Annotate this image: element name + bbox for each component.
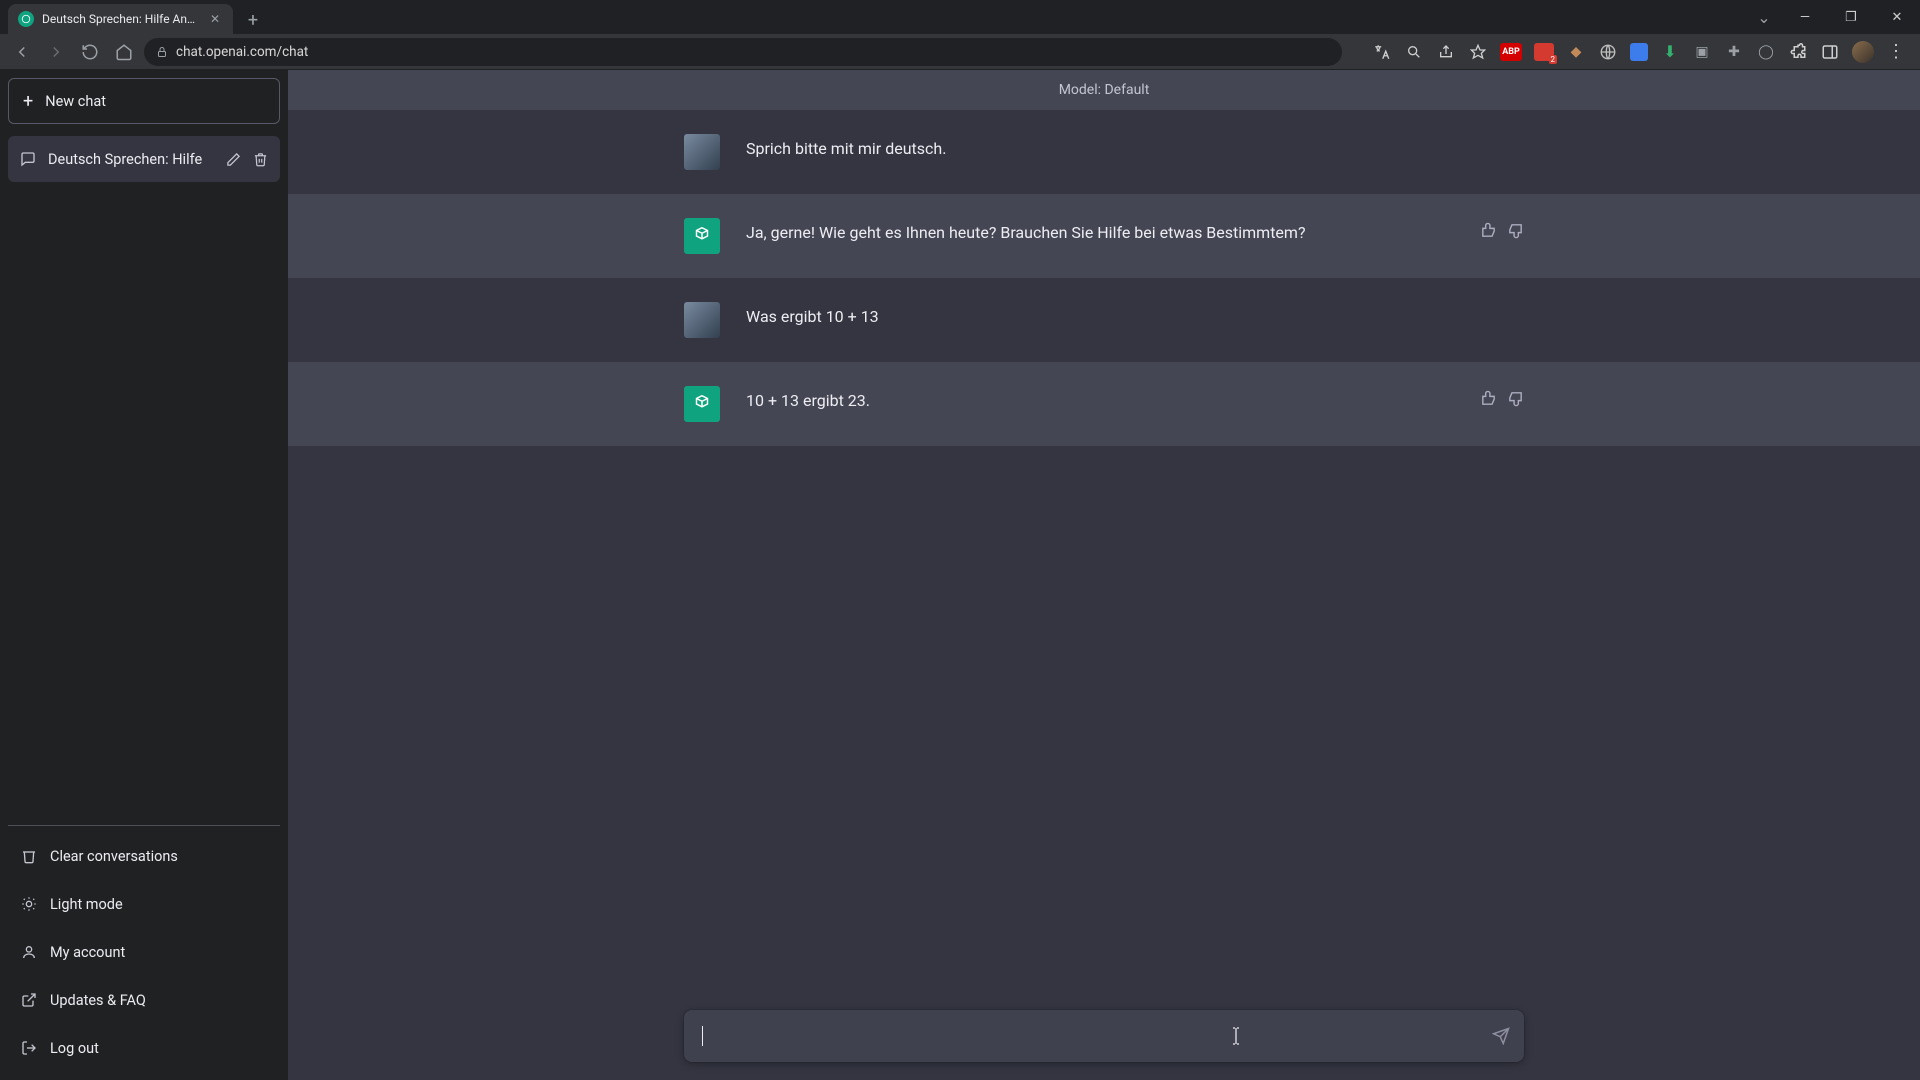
extension-icon-blue[interactable]	[1630, 43, 1648, 61]
tab-title: Deutsch Sprechen: Hilfe Angebo	[42, 12, 199, 26]
clear-conversations-label: Clear conversations	[50, 848, 178, 865]
conversation-list: Deutsch Sprechen: Hilfe	[8, 136, 280, 825]
zoom-icon[interactable]	[1404, 42, 1424, 62]
message-actions	[1464, 386, 1524, 407]
extension-badge: 2	[1549, 55, 1558, 64]
assistant-avatar-icon	[684, 218, 720, 254]
url-text: chat.openai.com/chat	[176, 44, 308, 60]
trash-icon	[20, 848, 38, 864]
extensions-area: ABP 2 ◆ ⬇ ▣ ✚ ◯ ⋮	[1372, 41, 1912, 63]
tab-overflow-icon[interactable]: ⌄	[1746, 0, 1782, 34]
main-panel: Model: Default Sprich bitte mit mir deut…	[288, 70, 1920, 1080]
assistant-avatar-icon	[684, 386, 720, 422]
thumbs-up-icon[interactable]	[1480, 390, 1497, 407]
message-text: Ja, gerne! Wie geht es Ihnen heute? Brau…	[746, 218, 1438, 246]
url-input[interactable]: chat.openai.com/chat	[144, 38, 1342, 66]
password-extension-icon[interactable]: 2	[1534, 43, 1554, 61]
conversation-title: Deutsch Sprechen: Hilfe	[48, 151, 214, 168]
conversation-item[interactable]: Deutsch Sprechen: Hilfe	[8, 136, 280, 182]
tab-close-icon[interactable]: ✕	[207, 12, 223, 26]
sidepanel-icon[interactable]	[1820, 42, 1840, 62]
plus-icon: +	[23, 91, 33, 112]
message-assistant: Ja, gerne! Wie geht es Ihnen heute? Brau…	[288, 194, 1920, 278]
new-chat-button[interactable]: + New chat	[8, 78, 280, 124]
adblock-extension-icon[interactable]: ABP	[1500, 43, 1522, 61]
lock-icon	[156, 46, 168, 58]
nav-home-button[interactable]	[110, 38, 138, 66]
sidebar-footer: Clear conversations Light mode My accoun…	[8, 825, 280, 1072]
message-assistant: 10 + 13 ergibt 23.	[288, 362, 1920, 446]
extension-icon-2[interactable]: ▣	[1692, 42, 1712, 62]
message-text: Was ergibt 10 + 13	[746, 302, 1438, 330]
window-close-button[interactable]: ✕	[1874, 0, 1920, 34]
browser-titlebar: Deutsch Sprechen: Hilfe Angebo ✕ + ⌄ — ❐…	[0, 0, 1920, 34]
user-avatar-icon	[684, 302, 720, 338]
send-button[interactable]	[1492, 1027, 1510, 1045]
extension-icon-1[interactable]: ◆	[1566, 42, 1586, 62]
window-maximize-button[interactable]: ❐	[1828, 0, 1874, 34]
light-mode-label: Light mode	[50, 896, 123, 913]
chat-bubble-icon	[20, 151, 36, 167]
message-text: 10 + 13 ergibt 23.	[746, 386, 1438, 414]
model-indicator: Model: Default	[288, 70, 1920, 110]
my-account-label: My account	[50, 944, 125, 961]
sun-icon	[20, 896, 38, 912]
tab-favicon-icon	[18, 11, 34, 27]
text-cursor-icon	[1228, 1026, 1244, 1046]
thumbs-up-icon[interactable]	[1480, 222, 1497, 239]
browser-tab[interactable]: Deutsch Sprechen: Hilfe Angebo ✕	[8, 4, 233, 34]
updates-faq-button[interactable]: Updates & FAQ	[8, 976, 280, 1024]
nav-reload-button[interactable]	[76, 38, 104, 66]
sidebar: + New chat Deutsch Sprechen: Hilfe	[0, 70, 288, 1080]
extension-download-icon[interactable]: ⬇	[1660, 42, 1680, 62]
thumbs-down-icon[interactable]	[1507, 390, 1524, 407]
updates-faq-label: Updates & FAQ	[50, 992, 146, 1009]
window-controls: ⌄ — ❐ ✕	[1746, 0, 1920, 34]
message-user: Was ergibt 10 + 13	[288, 278, 1920, 362]
extensions-puzzle-icon[interactable]	[1788, 42, 1808, 62]
composer-area	[288, 1010, 1920, 1062]
external-link-icon	[20, 992, 38, 1008]
browser-menu-icon[interactable]: ⋮	[1886, 42, 1906, 62]
translate-icon[interactable]	[1372, 42, 1392, 62]
window-minimize-button[interactable]: —	[1782, 0, 1828, 34]
new-tab-button[interactable]: +	[239, 6, 267, 34]
message-input[interactable]	[684, 1010, 1524, 1062]
light-mode-button[interactable]: Light mode	[8, 880, 280, 928]
logout-icon	[20, 1040, 38, 1056]
share-icon[interactable]	[1436, 42, 1456, 62]
browser-address-bar: chat.openai.com/chat ABP 2 ◆ ⬇ ▣ ✚ ◯	[0, 34, 1920, 70]
app-root: + New chat Deutsch Sprechen: Hilfe	[0, 70, 1920, 1080]
my-account-button[interactable]: My account	[8, 928, 280, 976]
logout-button[interactable]: Log out	[8, 1024, 280, 1072]
user-icon	[20, 944, 38, 960]
message-thread: Sprich bitte mit mir deutsch. Ja, gerne!…	[288, 110, 1920, 1080]
user-avatar-icon	[684, 134, 720, 170]
message-user: Sprich bitte mit mir deutsch.	[288, 110, 1920, 194]
logout-label: Log out	[50, 1040, 99, 1057]
thumbs-down-icon[interactable]	[1507, 222, 1524, 239]
nav-forward-button[interactable]	[42, 38, 70, 66]
message-input-field[interactable]	[703, 1027, 1476, 1046]
trash-icon[interactable]	[253, 152, 268, 167]
new-chat-label: New chat	[45, 93, 106, 110]
edit-icon[interactable]	[226, 152, 241, 167]
bookmark-star-icon[interactable]	[1468, 42, 1488, 62]
message-text: Sprich bitte mit mir deutsch.	[746, 134, 1438, 162]
message-actions	[1464, 218, 1524, 239]
extension-icon-3[interactable]: ✚	[1724, 42, 1744, 62]
nav-back-button[interactable]	[8, 38, 36, 66]
clear-conversations-button[interactable]: Clear conversations	[8, 832, 280, 880]
profile-avatar-icon[interactable]	[1852, 41, 1874, 63]
extension-icon-4[interactable]: ◯	[1756, 42, 1776, 62]
extension-globe-icon[interactable]	[1598, 42, 1618, 62]
model-label: Model: Default	[1059, 82, 1150, 98]
